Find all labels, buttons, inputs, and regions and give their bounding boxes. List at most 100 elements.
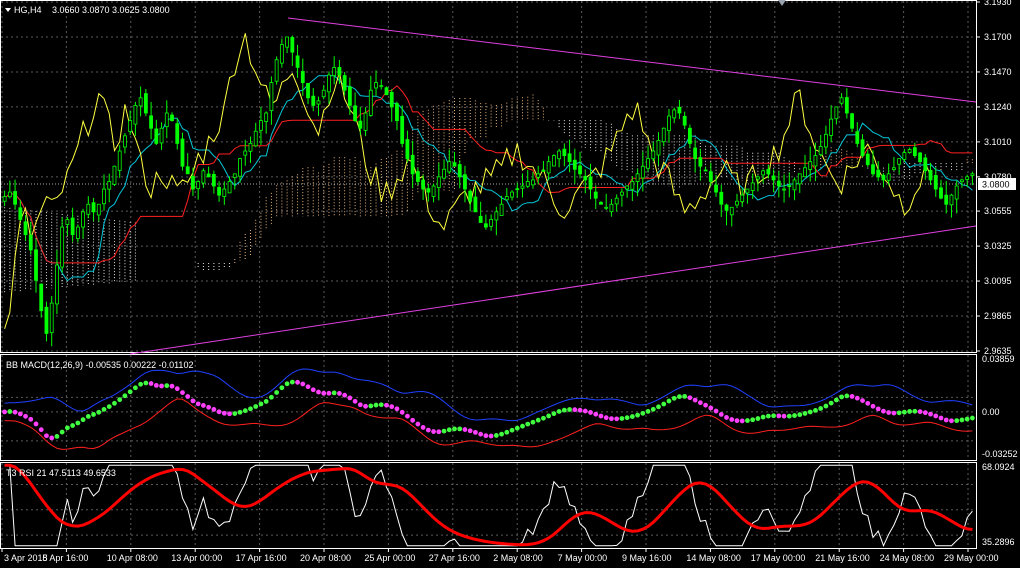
collapse-triangle-icon[interactable] <box>5 8 11 12</box>
macd-dot <box>504 429 510 435</box>
candle-body <box>949 194 954 206</box>
time-tick-label: 17 May 00:00 <box>751 553 806 563</box>
macd-dot <box>300 381 306 387</box>
candle-body <box>311 95 316 106</box>
candle-body <box>65 219 70 225</box>
macd-dot <box>865 400 871 406</box>
macd-dot <box>525 421 531 427</box>
candle-body <box>358 120 363 129</box>
macd-dot <box>389 404 395 410</box>
macd-dot <box>755 416 761 421</box>
candle-body <box>81 211 85 228</box>
macd-dot <box>106 404 112 409</box>
macd-dot <box>174 386 180 392</box>
candle-body <box>761 170 766 176</box>
macd-dot <box>912 408 918 414</box>
macd-dot <box>839 394 845 400</box>
candle-body <box>902 152 907 160</box>
macd-dot <box>143 380 149 386</box>
macd-dot <box>122 393 128 399</box>
macd-dot <box>101 406 107 412</box>
macd-dot <box>483 433 489 439</box>
macd-dot <box>242 408 248 414</box>
candle-body <box>829 118 834 136</box>
macd-dot <box>713 408 719 414</box>
candle-body <box>117 150 122 171</box>
macd-dot <box>180 390 185 396</box>
time-tick-label: 29 May 00:00 <box>944 553 999 563</box>
macd-dot <box>33 421 39 427</box>
candle-body <box>714 184 718 193</box>
macd-dot <box>164 383 170 389</box>
candle-body <box>661 127 666 143</box>
time-tick-label: 21 May 16:00 <box>815 553 870 563</box>
candle-body <box>7 191 12 198</box>
candle-body <box>447 161 452 173</box>
macd-dot <box>54 433 60 439</box>
candle-body <box>112 165 117 185</box>
candle-body <box>672 109 677 119</box>
rsi-title: T3 RSI 21 47.5113 49.6533 <box>6 468 116 478</box>
macd-dot <box>572 407 578 413</box>
macd-dot <box>23 413 28 419</box>
macd-dot <box>609 416 614 422</box>
macd-dot <box>943 417 949 423</box>
candle-body <box>415 171 420 182</box>
candle-body <box>442 168 446 179</box>
macd-dot <box>190 398 196 404</box>
macd-dot <box>38 427 44 433</box>
lower-trendline <box>129 225 977 355</box>
macd-dot <box>357 402 363 408</box>
candle-body <box>656 139 661 156</box>
macd-dot <box>59 429 65 435</box>
macd-dot <box>263 399 269 404</box>
macd-pane-frame <box>0 354 977 461</box>
macd-dot <box>556 409 562 414</box>
candle-body <box>499 203 504 217</box>
macd-dot <box>833 397 839 403</box>
macd-dot <box>206 404 212 410</box>
candle-body <box>159 127 164 144</box>
shift-marker-icon[interactable] <box>778 0 786 6</box>
macd-dot <box>724 415 729 420</box>
candle-body <box>750 182 755 191</box>
candle-body <box>248 143 253 152</box>
macd-dot <box>488 433 494 439</box>
rsi-series <box>4 463 973 548</box>
macd-dot <box>441 428 447 434</box>
candle-body <box>86 203 91 215</box>
candle-body <box>206 173 211 178</box>
macd-dot <box>284 381 290 387</box>
macd-dot <box>734 418 740 424</box>
rsi-t3-line <box>4 463 973 547</box>
macd-dot <box>933 413 939 419</box>
candle-body <box>70 217 75 236</box>
macd-dot <box>567 407 572 412</box>
macd-dot <box>368 403 374 409</box>
macd-dot <box>7 409 13 414</box>
candle-body <box>143 93 148 114</box>
candle-body <box>792 179 797 191</box>
macd-dot <box>682 393 688 399</box>
candle-body <box>583 175 588 181</box>
candle-body <box>719 191 724 205</box>
candle-body <box>489 219 494 227</box>
time-tick-label: 17 Apr 16:00 <box>236 553 287 563</box>
candle-body <box>285 36 289 48</box>
candle-body <box>274 59 279 82</box>
macd-dot <box>530 419 536 425</box>
symbol-title: HG,H4 <box>14 5 42 15</box>
candle-body <box>102 188 106 205</box>
candle-body <box>787 185 792 187</box>
candle-body <box>75 226 80 239</box>
candle-body <box>23 221 28 236</box>
candle-body <box>871 164 875 175</box>
price-tag: 3.0800 <box>982 180 1010 190</box>
macd-dot <box>326 390 332 396</box>
candle-body <box>321 89 326 98</box>
kijun-line <box>4 85 973 264</box>
macd-dot <box>457 426 463 432</box>
candle-body <box>494 211 499 221</box>
macd-dot <box>881 408 886 414</box>
macd-dot <box>221 410 227 416</box>
